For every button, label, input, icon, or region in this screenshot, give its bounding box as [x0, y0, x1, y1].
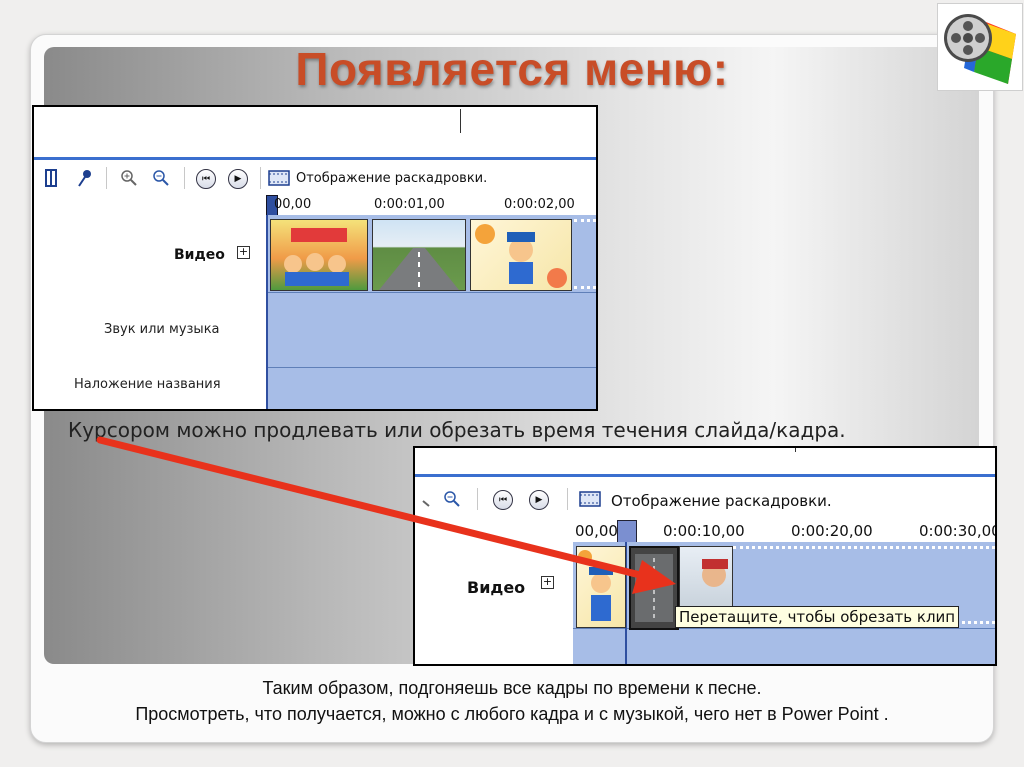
- bottom-text-line-2: Просмотреть, что получается, можно с люб…: [135, 704, 889, 724]
- red-arrow: [96, 436, 676, 594]
- bottom-text-line-1: Таким образом, подгоняешь все кадры по в…: [262, 678, 762, 698]
